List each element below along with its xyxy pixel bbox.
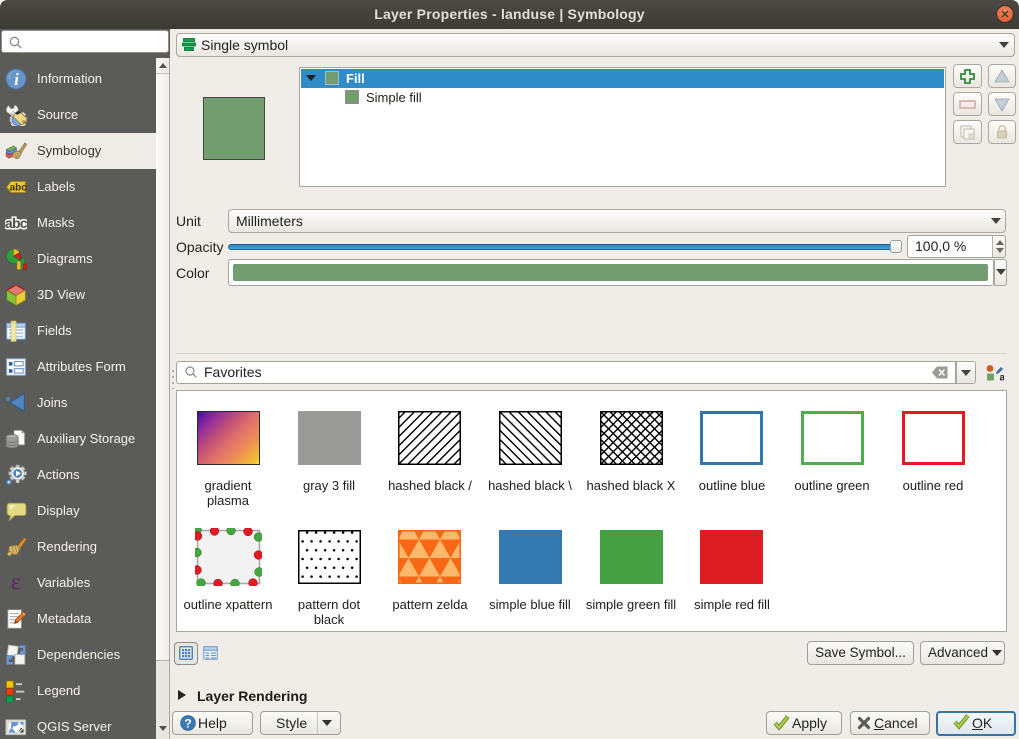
- svg-text:?: ?: [184, 717, 191, 731]
- svg-text:abc: abc: [5, 216, 27, 231]
- svg-text:ε: ε: [11, 572, 21, 594]
- svg-text:a: a: [1000, 373, 1005, 383]
- svg-text:abc: abc: [10, 183, 27, 194]
- svg-text:i: i: [14, 70, 19, 89]
